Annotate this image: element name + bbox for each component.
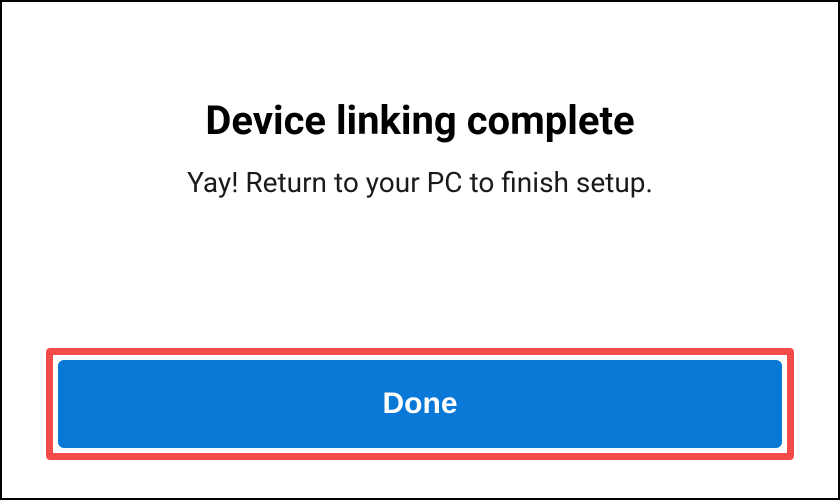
dialog-title: Device linking complete [2,97,838,144]
dialog-container: Device linking complete Yay! Return to y… [2,97,838,498]
dialog-subtitle: Yay! Return to your PC to finish setup. [2,166,838,199]
done-button[interactable]: Done [58,360,782,448]
annotation-highlight: Done [46,348,794,460]
